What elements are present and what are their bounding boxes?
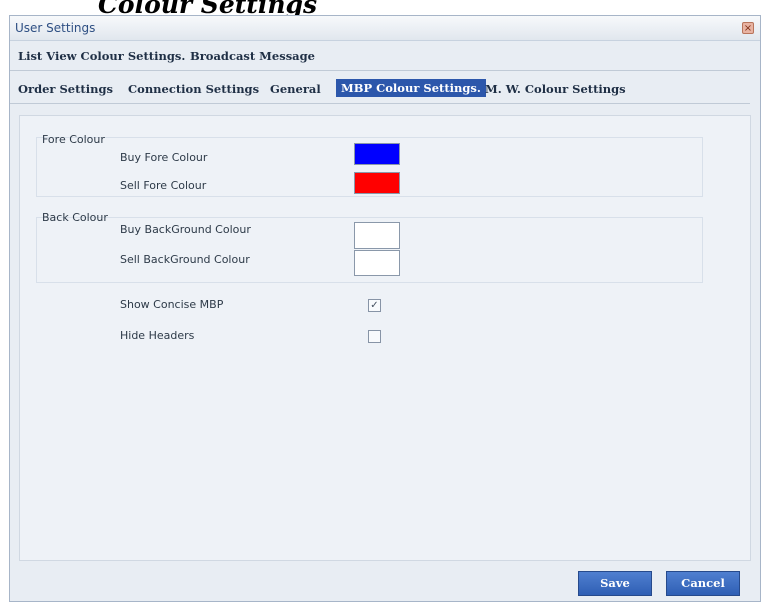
tab-mw-colour-settings[interactable]: M. W. Colour Settings [485,82,626,96]
hide-headers-checkbox[interactable] [368,330,381,343]
dialog-titlebar[interactable]: User Settings × [10,16,760,41]
checkmark-icon: ✓ [370,300,379,311]
sell-fore-colour-swatch[interactable] [354,172,400,194]
close-icon[interactable]: × [742,22,754,34]
fore-colour-label: Fore Colour [42,133,105,146]
tab-order-settings[interactable]: Order Settings [18,82,113,96]
hide-headers-label: Hide Headers [120,329,195,342]
back-colour-label: Back Colour [42,211,108,224]
tab-row-2: Order Settings Connection Settings Gener… [10,76,750,104]
sell-fore-colour-label: Sell Fore Colour [120,179,207,192]
show-concise-mbp-checkbox[interactable]: ✓ [368,299,381,312]
mbp-colour-settings-panel: Fore Colour Buy Fore Colour Sell Fore Co… [19,115,751,561]
sell-background-colour-swatch[interactable] [354,250,400,276]
screen: Colour Settings User Settings × List Vie… [0,0,761,602]
user-settings-dialog: User Settings × List View Colour Setting… [9,15,761,602]
tab-connection-settings[interactable]: Connection Settings [128,82,259,96]
dialog-title: User Settings [15,21,96,35]
tab-broadcast-message[interactable]: Broadcast Message [190,49,315,63]
buy-fore-colour-swatch[interactable] [354,143,400,165]
cancel-button[interactable]: Cancel [666,571,740,596]
save-button[interactable]: Save [578,571,652,596]
show-concise-mbp-label: Show Concise MBP [120,298,224,311]
tab-mbp-colour-settings[interactable]: MBP Colour Settings. [336,79,486,97]
buy-background-colour-label: Buy BackGround Colour [120,223,251,236]
tab-row-1: List View Colour Settings. Broadcast Mes… [10,43,750,71]
buy-fore-colour-label: Buy Fore Colour [120,151,208,164]
buy-background-colour-swatch[interactable] [354,222,400,249]
sell-background-colour-label: Sell BackGround Colour [120,253,250,266]
tab-general[interactable]: General [270,82,321,96]
tab-list-view-colour-settings[interactable]: List View Colour Settings. [18,49,185,63]
dialog-footer: Save Cancel [10,565,760,601]
